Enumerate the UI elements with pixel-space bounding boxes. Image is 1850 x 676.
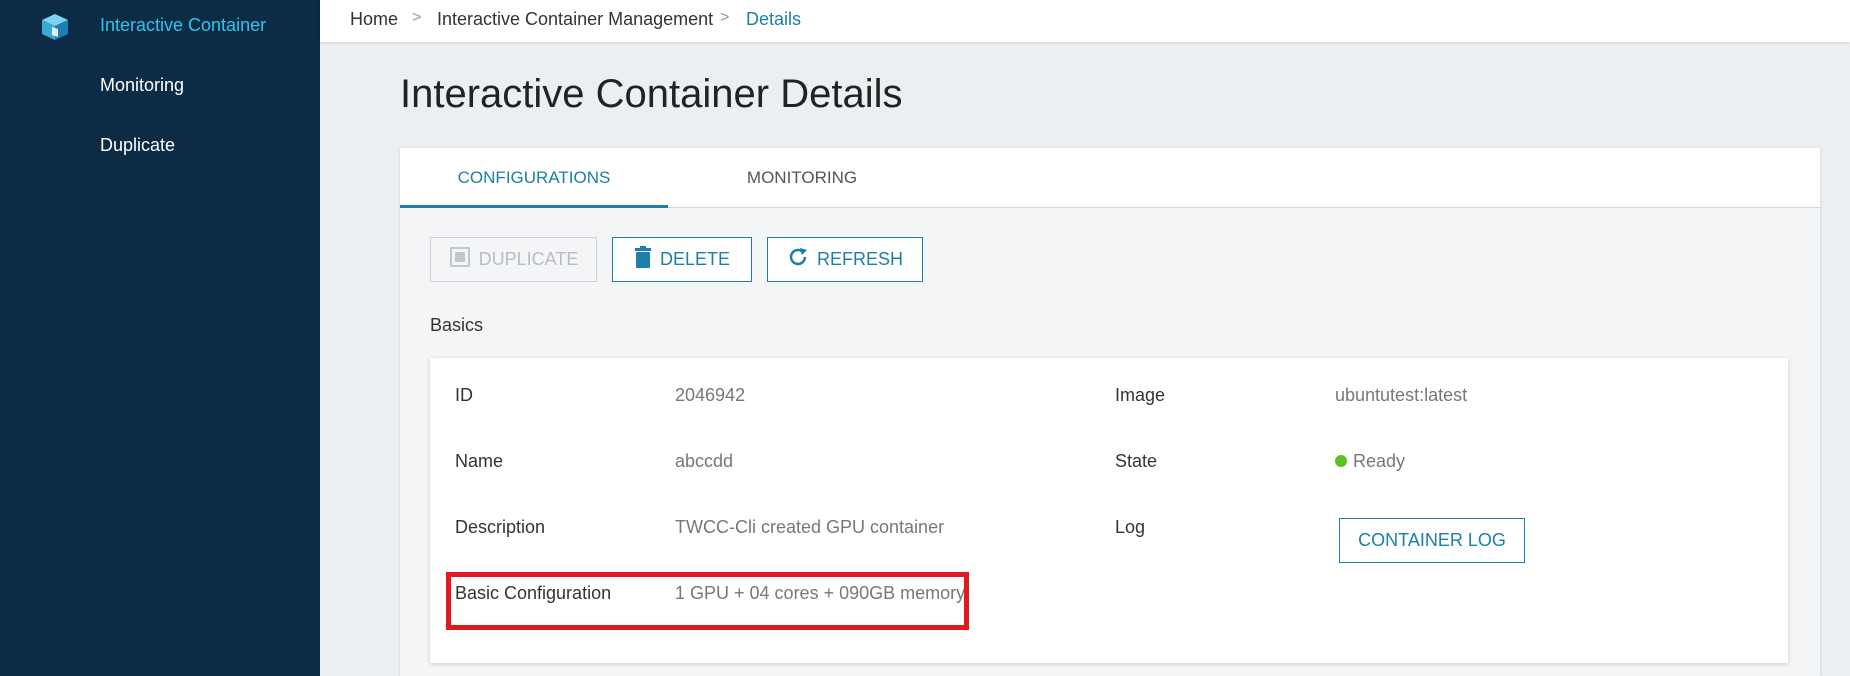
id-label: ID	[455, 385, 473, 405]
sidebar-item-duplicate[interactable]: Duplicate	[100, 135, 175, 156]
status-ready-dot	[1335, 455, 1347, 467]
breadcrumb-separator: >	[720, 9, 730, 26]
refresh-button-label: REFRESH	[816, 249, 903, 269]
sidebar: Interactive Container Monitoring Duplica…	[0, 0, 320, 676]
highlight-box	[446, 572, 969, 630]
duplicate-icon	[449, 246, 471, 273]
duplicate-button[interactable]: DUPLICATE	[430, 237, 597, 282]
state-label: State	[1115, 451, 1158, 471]
breadcrumb-container-management[interactable]: Interactive Container Management	[437, 9, 713, 30]
delete-button-label: DELETE	[659, 249, 731, 269]
state-value: Ready	[1353, 451, 1406, 471]
log-label: Log	[1115, 517, 1146, 537]
tab-monitoring[interactable]: MONITORING	[668, 148, 936, 208]
description-value: TWCC-Cli created GPU container	[675, 517, 945, 537]
name-value: abccdd	[675, 451, 734, 471]
state-status: Ready	[1335, 451, 1405, 472]
breadcrumb-home[interactable]: Home	[350, 9, 398, 30]
image-value: ubuntutest:latest	[1335, 385, 1468, 405]
image-label: Image	[1115, 385, 1166, 405]
description-label: Description	[455, 517, 546, 537]
refresh-button[interactable]: REFRESH	[767, 237, 923, 282]
container-log-button[interactable]: CONTAINER LOG	[1339, 518, 1525, 563]
sidebar-item-monitoring[interactable]: Monitoring	[100, 75, 184, 96]
page-title: Interactive Container Details	[400, 72, 903, 116]
sidebar-item-interactive-container[interactable]: Interactive Container	[100, 15, 266, 36]
cube-icon	[40, 12, 70, 42]
section-label-basics: Basics	[430, 315, 484, 335]
breadcrumb-separator: >	[412, 9, 422, 26]
duplicate-button-label: DUPLICATE	[478, 249, 579, 269]
breadcrumb-details: Details	[746, 9, 802, 29]
tab-bar: CONFIGURATIONS MONITORING	[400, 148, 1820, 208]
breadcrumb: Home > Interactive Container Management …	[320, 0, 1850, 42]
refresh-icon	[787, 246, 809, 273]
name-label: Name	[455, 451, 504, 471]
id-value: 2046942	[675, 385, 746, 405]
trash-icon	[634, 246, 652, 273]
delete-button[interactable]: DELETE	[612, 237, 752, 282]
tab-configurations[interactable]: CONFIGURATIONS	[400, 148, 668, 208]
